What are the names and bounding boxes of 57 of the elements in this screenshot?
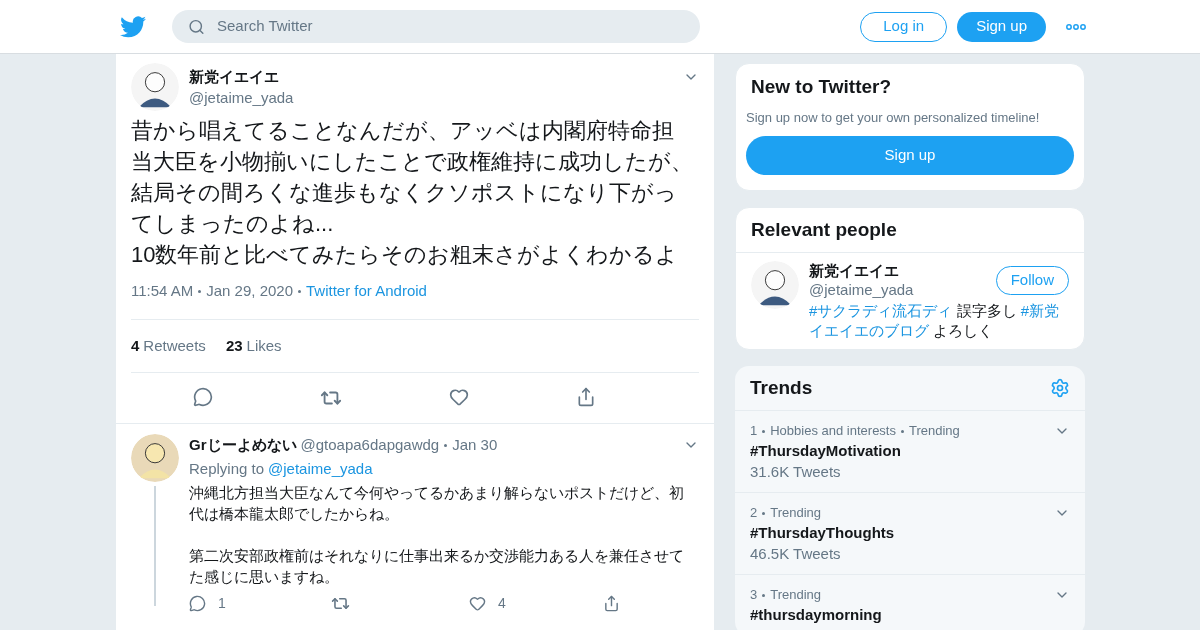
stat-label[interactable]: Retweets [143,334,206,357]
tweet-count: 46.5K Tweets [750,544,842,564]
like-count: 4 [498,594,506,613]
card-title: Trends [750,376,813,400]
trend-item[interactable]: 2 Trending #ThursdayThoughts 46.5K Tweets [735,493,1085,575]
mention-link[interactable]: @jetaime_yada [268,457,373,480]
trend-meta: Trending [770,587,822,603]
reply-text: 沖縄北方担当大臣なんて今何やってるかあまり解らないポストだけど、初代は橋本龍太郎でしたからね。 [189,483,685,524]
search-icon [188,17,205,36]
reply-date[interactable]: Jan 30 [452,434,498,457]
stat-count: 23 [225,335,243,356]
share-icon[interactable] [603,595,620,612]
stat-label[interactable]: Likes [246,334,282,357]
reply-count: 1 [218,594,226,613]
search-field[interactable]: Search Twitter [172,10,700,43]
person-bio: #サクラディ流石ディ 誤字多し #新党イエイエのブログ よろしく [809,301,1061,341]
person-handle[interactable]: @jetaime_yada [809,280,914,299]
trend-item[interactable]: 1 Hobbies and interests Trending #ThursdayMotivation 31.6K Tweets [735,411,1085,493]
stat-count: 4 [131,335,140,356]
card-title: Relevant people [736,208,1084,253]
trend-meta: Trending [909,423,960,439]
trend-hashtag: #ThursdayThoughts [750,523,896,543]
replying-label: Replying to [189,458,265,479]
avatar-icon [751,261,799,309]
tweet-text: 昔から唱えてることなんだが、アッベは内閣府特命担当大臣を小物揃いにしたことで政権維持に成功したが、結局その間ろくな進歩もなくクソポストになり下がってしまったのよね... 10数年前と比べてみたらそのお粗末さがよくわかるよ [131,117,693,269]
bird-logo-icon[interactable] [120,15,146,38]
card-text: Sign up now to get your own personalized timeline! [746,110,1041,126]
tweet-count: 31.6K Tweets [750,462,842,482]
settings-icon[interactable] [1050,378,1070,398]
trend-rank: 3 [750,587,758,603]
trend-hashtag: #thursdaymorning [750,605,883,625]
reply-icon[interactable] [189,595,206,612]
trend-rank: 2 [750,505,758,521]
more-icon[interactable] [1066,23,1086,30]
reply-icon[interactable] [192,387,213,407]
trend-hashtag: #ThursdayMotivation [750,441,902,461]
person-name[interactable]: 新党イエイエ [809,261,914,280]
tweet-time: 11:54 AM [131,281,194,301]
author-name[interactable]: 新党イエイエ [189,67,294,87]
source-link[interactable]: Twitter for Android [306,280,427,303]
trend-meta: Hobbies and interests [770,423,896,439]
sign-up-button[interactable]: Sign up [957,11,1046,42]
trend-meta: Trending [770,505,822,521]
tweet-date: Jan 29, 2020 [206,281,293,301]
like-icon[interactable] [448,387,469,407]
search-input[interactable]: Search Twitter [216,15,684,38]
like-icon[interactable] [469,595,486,612]
reply-text: 第二次安部政権前はそれなりに仕事出来るか交渉能力ある人を兼任させてた感じに思いますね。 [189,546,685,587]
trend-item[interactable]: 3 Trending #thursdaymorning [735,575,1085,630]
author-handle[interactable]: @jetaime_yada [189,87,294,110]
sign-up-button[interactable]: Sign up [746,136,1074,175]
author-name[interactable]: Grじーよめない [189,434,297,457]
author-handle[interactable]: @gtoapa6dapgawdg [300,434,440,457]
avatar-icon [131,434,179,482]
card-title: New to Twitter? [750,75,893,99]
trend-rank: 1 [750,423,758,439]
avatar-icon [131,63,179,111]
